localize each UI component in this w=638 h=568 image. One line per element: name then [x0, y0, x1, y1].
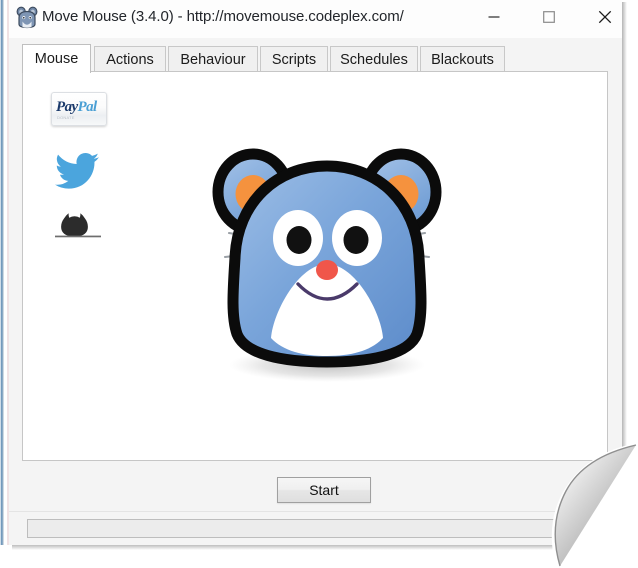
codeplex-link[interactable]	[51, 208, 107, 248]
tab-blackouts[interactable]: Blackouts	[420, 46, 505, 72]
start-button[interactable]: Start	[277, 477, 371, 503]
maximize-button[interactable]	[526, 0, 572, 33]
move-mouse-window: Move Mouse (3.4.0) - http://movemouse.co…	[9, 0, 622, 545]
mouse-tab-panel: PayPal DONATE	[22, 71, 608, 461]
social-links-column: PayPal DONATE	[51, 92, 113, 266]
paypal-wordmark: PayPal	[56, 100, 97, 115]
paypal-word-pay: Pay	[56, 99, 78, 115]
mascot-nose	[316, 260, 338, 280]
tab-scripts[interactable]: Scripts	[260, 46, 328, 72]
move-mouse-mascot	[205, 140, 445, 390]
tab-mouse[interactable]: Mouse	[22, 44, 91, 73]
minimize-button[interactable]	[471, 0, 517, 33]
tab-schedules[interactable]: Schedules	[330, 46, 418, 72]
paypal-donate-icon: PayPal DONATE	[51, 92, 107, 126]
status-text	[27, 519, 605, 538]
mouse-head-icon	[16, 6, 38, 30]
status-bar	[9, 515, 622, 545]
twitter-icon	[53, 150, 101, 195]
minimize-icon	[488, 15, 500, 18]
tab-actions[interactable]: Actions	[94, 46, 166, 72]
window-shadow-right	[622, 2, 627, 547]
paypal-word-pal: Pal	[77, 99, 98, 115]
tab-bar: Mouse Actions Behaviour Scripts Schedule…	[22, 44, 608, 73]
capture-left-edge	[0, 0, 4, 545]
window-shadow-bottom	[12, 545, 624, 550]
paypal-donate-button[interactable]: PayPal DONATE	[51, 92, 107, 132]
title-bar: Move Mouse (3.4.0) - http://movemouse.co…	[9, 0, 622, 38]
close-icon	[598, 10, 612, 23]
status-separator	[9, 511, 622, 512]
close-button[interactable]	[582, 0, 628, 33]
window-title: Move Mouse (3.4.0) - http://movemouse.co…	[42, 8, 404, 25]
app-screenshot: Move Mouse (3.4.0) - http://movemouse.co…	[0, 0, 638, 568]
mascot-pupil-left	[286, 226, 312, 254]
maximize-icon	[543, 10, 555, 23]
codeplex-icon	[53, 210, 103, 249]
twitter-link[interactable]	[51, 150, 107, 190]
mascot-pupil-right	[343, 226, 369, 254]
paypal-sub-label: DONATE	[57, 115, 75, 120]
tab-behaviour[interactable]: Behaviour	[168, 46, 258, 72]
